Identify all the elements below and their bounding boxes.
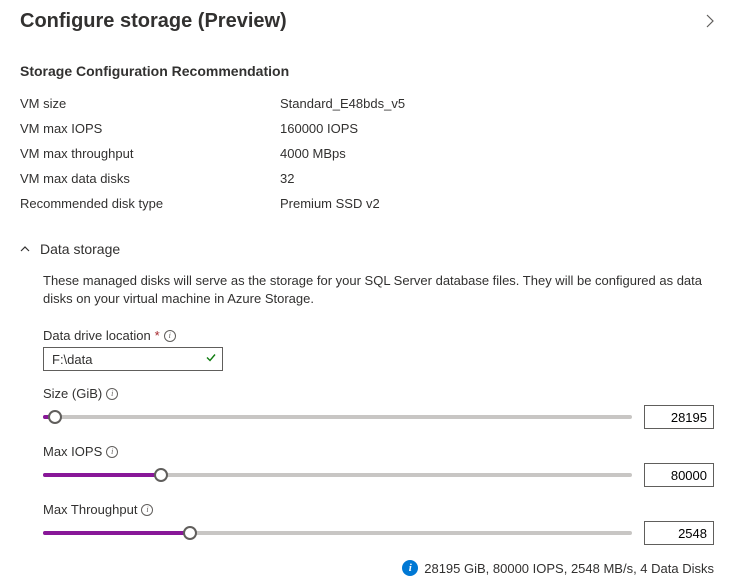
table-row: VM max IOPS 160000 IOPS	[20, 116, 714, 141]
throughput-slider[interactable]	[43, 523, 632, 543]
table-row: VM size Standard_E48bds_v5	[20, 91, 714, 116]
slider-row	[43, 521, 714, 545]
drive-location-field: Data drive location * i	[43, 328, 714, 371]
size-value-input[interactable]	[644, 405, 714, 429]
slider-thumb[interactable]	[48, 410, 62, 424]
check-icon	[205, 352, 217, 367]
chevron-up-icon	[20, 242, 30, 257]
field-label: Data drive location * i	[43, 328, 714, 343]
summary-text: 28195 GiB, 80000 IOPS, 2548 MB/s, 4 Data…	[424, 561, 714, 576]
row-label: VM size	[20, 96, 280, 111]
table-row: VM max throughput 4000 MBps	[20, 141, 714, 166]
size-field: Size (GiB) i	[43, 386, 714, 429]
label-text: Data drive location	[43, 328, 151, 343]
data-storage-body: These managed disks will serve as the st…	[20, 272, 714, 576]
section-description: These managed disks will serve as the st…	[43, 272, 714, 308]
throughput-value-input[interactable]	[644, 521, 714, 545]
row-value: Standard_E48bds_v5	[280, 96, 405, 111]
size-slider[interactable]	[43, 407, 632, 427]
field-label: Max Throughput i	[43, 502, 714, 517]
iops-slider[interactable]	[43, 465, 632, 485]
throughput-field: Max Throughput i	[43, 502, 714, 545]
info-icon[interactable]: i	[106, 446, 118, 458]
row-label: VM max throughput	[20, 146, 280, 161]
slider-track	[43, 473, 632, 477]
label-text: Max Throughput	[43, 502, 137, 517]
row-value: 32	[280, 171, 294, 186]
row-label: VM max data disks	[20, 171, 280, 186]
slider-thumb[interactable]	[183, 526, 197, 540]
row-value: 4000 MBps	[280, 146, 346, 161]
panel-header: Configure storage (Preview)	[20, 10, 714, 33]
field-label: Size (GiB) i	[43, 386, 714, 401]
close-icon[interactable]	[706, 10, 714, 33]
drive-location-input[interactable]	[43, 347, 223, 371]
row-label: Recommended disk type	[20, 196, 280, 211]
required-asterisk: *	[155, 328, 160, 343]
slider-track	[43, 415, 632, 419]
page-title: Configure storage (Preview)	[20, 10, 287, 33]
info-icon[interactable]: i	[106, 388, 118, 400]
slider-track	[43, 531, 632, 535]
data-storage-accordion-header[interactable]: Data storage	[20, 241, 714, 257]
label-text: Max IOPS	[43, 444, 102, 459]
table-row: VM max data disks 32	[20, 166, 714, 191]
iops-value-input[interactable]	[644, 463, 714, 487]
summary-row: i 28195 GiB, 80000 IOPS, 2548 MB/s, 4 Da…	[43, 560, 714, 576]
recommendation-heading: Storage Configuration Recommendation	[20, 63, 714, 79]
info-icon[interactable]: i	[141, 504, 153, 516]
accordion-title: Data storage	[40, 241, 120, 257]
slider-thumb[interactable]	[154, 468, 168, 482]
slider-row	[43, 405, 714, 429]
label-text: Size (GiB)	[43, 386, 102, 401]
recommendation-table: VM size Standard_E48bds_v5 VM max IOPS 1…	[20, 91, 714, 216]
row-label: VM max IOPS	[20, 121, 280, 136]
row-value: 160000 IOPS	[280, 121, 358, 136]
info-icon[interactable]: i	[164, 330, 176, 342]
slider-fill	[43, 531, 190, 535]
drive-location-input-wrap	[43, 347, 223, 371]
row-value: Premium SSD v2	[280, 196, 380, 211]
iops-field: Max IOPS i	[43, 444, 714, 487]
slider-row	[43, 463, 714, 487]
info-icon: i	[402, 560, 418, 576]
table-row: Recommended disk type Premium SSD v2	[20, 191, 714, 216]
slider-fill	[43, 473, 161, 477]
field-label: Max IOPS i	[43, 444, 714, 459]
